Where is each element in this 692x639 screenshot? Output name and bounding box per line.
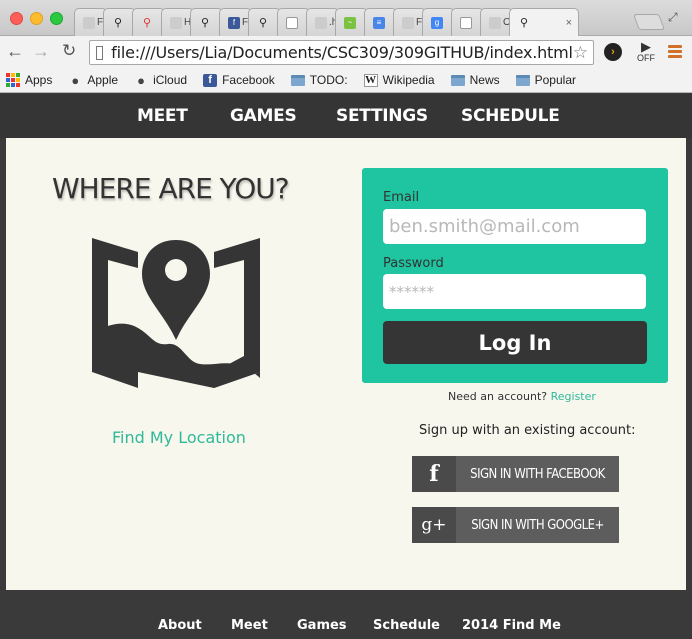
sign-in-google-label: SIGN IN WITH GOOGLE+ xyxy=(471,517,604,533)
nav-games-link[interactable]: GAMES xyxy=(230,106,297,126)
find-my-location-link[interactable]: Find My Location xyxy=(112,428,246,447)
generic-page-icon xyxy=(170,16,182,29)
sign-in-google-button[interactable]: g+ SIGN IN WITH GOOGLE+ xyxy=(412,507,619,543)
bookmarks-bar: Apps ● Apple ● iCloud f Facebook TODO: W Wikipedi… xyxy=(0,68,692,93)
apps-grid-icon xyxy=(6,73,20,87)
bookmark-item[interactable]: News xyxy=(450,73,500,87)
bookmark-item[interactable]: TODO: xyxy=(290,73,348,87)
google-docs-icon: ≡ xyxy=(373,16,385,29)
footer-schedule-link[interactable]: Schedule xyxy=(373,618,440,633)
bookmark-label: Popular xyxy=(534,73,576,87)
google-icon: g xyxy=(431,16,443,29)
register-link[interactable]: Register xyxy=(551,390,596,403)
email-field[interactable] xyxy=(383,209,646,244)
page-icon xyxy=(96,45,104,60)
menu-icon[interactable] xyxy=(668,45,682,60)
fullscreen-icon[interactable]: ⤢ xyxy=(668,10,678,25)
bookmark-item[interactable]: ● iCloud xyxy=(134,72,188,88)
browser-toolbar: ← → ↻ file:///Users/Lia/Documents/CSC309… xyxy=(0,36,692,68)
bookmark-item[interactable]: Apps xyxy=(6,73,52,87)
generic-page-icon xyxy=(315,16,327,29)
signup-existing-text: Sign up with an existing account: xyxy=(419,423,636,438)
map-location-icon xyxy=(92,238,260,388)
cursor-icon: ▶ xyxy=(641,39,651,54)
reload-icon[interactable]: ↻ xyxy=(62,41,76,61)
sign-in-facebook-label: SIGN IN WITH FACEBOOK xyxy=(470,466,605,482)
generic-page-icon xyxy=(489,16,501,29)
need-account-label: Need an account? xyxy=(448,390,548,403)
footer-copyright: 2014 Find Me xyxy=(462,618,561,633)
bookmark-item[interactable]: f Facebook xyxy=(203,73,275,87)
map-pin-icon: ⚲ xyxy=(258,17,268,29)
tab-close-icon[interactable]: × xyxy=(566,17,572,29)
new-tab-button[interactable] xyxy=(633,14,665,30)
forward-arrow-icon[interactable]: → xyxy=(32,41,50,62)
document-icon xyxy=(460,16,472,29)
facebook-icon: f xyxy=(228,16,240,29)
window-minimize-button[interactable] xyxy=(30,12,43,25)
bookmark-label: Apple xyxy=(87,73,119,87)
sign-in-facebook-button[interactable]: f SIGN IN WITH FACEBOOK xyxy=(412,456,619,492)
where-heading: WHERE ARE YOU? xyxy=(52,172,290,205)
nav-meet-link[interactable]: MEET xyxy=(137,106,188,126)
apple-icon: ● xyxy=(137,72,145,88)
footer-games-link[interactable]: Games xyxy=(297,618,347,633)
bookmark-label: Wikipedia xyxy=(382,73,435,87)
generic-page-icon xyxy=(402,16,414,29)
need-account-text: Need an account? Register xyxy=(448,390,596,403)
facebook-icon: f xyxy=(203,73,218,87)
red-pin-icon: ⚲ xyxy=(142,17,152,29)
google-plus-icon: g+ xyxy=(412,507,456,543)
map-pin-icon: ⚲ xyxy=(113,17,123,29)
nav-schedule-link[interactable]: SCHEDULE xyxy=(461,106,560,126)
map-pin-icon: ⚲ xyxy=(519,17,529,29)
tab-strip: Fir⚲⚲HT⚲fFir⚲.hi~≡FirgOr⚲× xyxy=(74,8,579,36)
extension-off-icon[interactable]: ▶ OFF xyxy=(636,39,656,63)
facebook-icon: f xyxy=(412,456,456,492)
apple-icon: ● xyxy=(71,72,80,88)
bookmark-item[interactable]: ● Apple xyxy=(68,72,119,88)
green-app-icon: ~ xyxy=(344,16,356,29)
generic-page-icon xyxy=(83,16,95,29)
window-maximize-button[interactable] xyxy=(50,12,63,25)
window-close-button[interactable] xyxy=(10,12,23,25)
nav-settings-link[interactable]: SETTINGS xyxy=(336,106,428,126)
back-arrow-icon[interactable]: ← xyxy=(6,41,24,62)
bookmark-label: TODO: xyxy=(309,73,348,87)
address-bar[interactable]: file:///Users/Lia/Documents/CSC309/309GI… xyxy=(89,40,594,65)
site-footer: About Meet Games Schedule 2014 Find Me xyxy=(0,596,692,639)
document-icon xyxy=(286,16,298,29)
email-label: Email xyxy=(383,190,420,205)
plex-extension-icon[interactable]: › xyxy=(604,43,622,61)
folder-icon xyxy=(515,74,530,87)
bookmark-item[interactable]: W Wikipedia xyxy=(363,73,435,87)
wikipedia-icon: W xyxy=(363,73,378,87)
password-field[interactable] xyxy=(383,274,646,309)
extension-off-label: OFF xyxy=(637,53,655,63)
url-text[interactable]: file:///Users/Lia/Documents/CSC309/309GI… xyxy=(111,43,573,62)
bookmark-label: Facebook xyxy=(222,73,275,87)
folder-icon xyxy=(450,74,465,87)
footer-about-link[interactable]: About xyxy=(158,618,202,633)
browser-tab[interactable]: ⚲ × xyxy=(509,8,579,36)
footer-meet-link[interactable]: Meet xyxy=(231,618,268,633)
folder-icon xyxy=(290,74,305,87)
bookmark-label: News xyxy=(469,73,500,87)
browser-titlebar: Fir⚲⚲HT⚲fFir⚲.hi~≡FirgOr⚲× ⤢ xyxy=(0,0,692,36)
site-nav: MEET GAMES SETTINGS SCHEDULE xyxy=(0,94,692,138)
bookmark-item[interactable]: Popular xyxy=(515,73,576,87)
password-label: Password xyxy=(383,256,444,271)
bookmark-label: Apps xyxy=(25,73,53,87)
bookmark-star-icon[interactable]: ☆ xyxy=(573,43,588,63)
log-in-button[interactable]: Log In xyxy=(383,321,647,364)
map-pin-icon: ⚲ xyxy=(200,17,210,29)
bookmark-label: iCloud xyxy=(153,73,188,87)
